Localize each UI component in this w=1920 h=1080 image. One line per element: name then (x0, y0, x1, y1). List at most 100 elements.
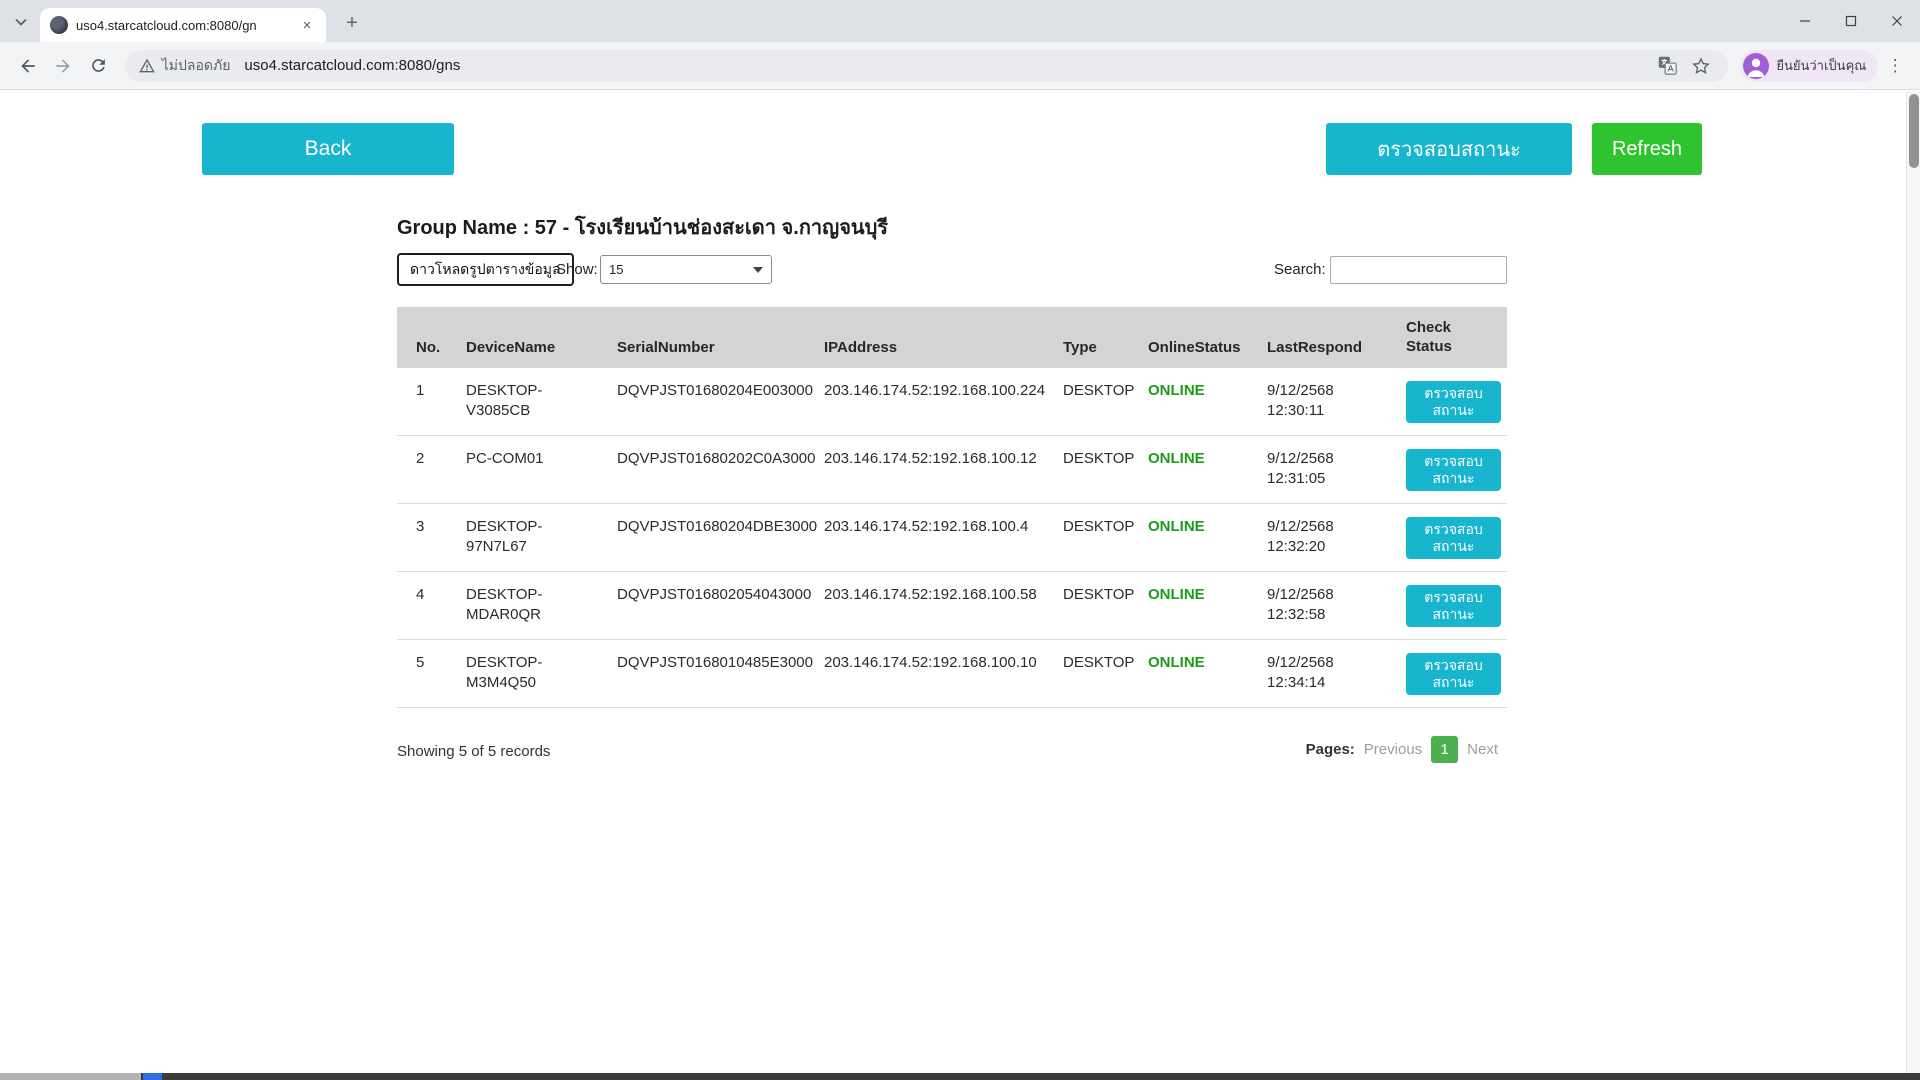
reload-icon (92, 59, 106, 72)
status-badge: ONLINE (1148, 518, 1205, 535)
table-row: 4 DESKTOP-MDAR0QR DQVPJST016802054043000… (397, 571, 1507, 640)
cell-serial: DQVPJST016802054043000 (598, 571, 811, 640)
row-check-status-button[interactable]: ตรวจสอบ สถานะ (1406, 517, 1501, 559)
browser-toolbar: ไม่ปลอดภัย uso4.starcatcloud.com:8080/gn… (0, 42, 1920, 90)
pages-label: Pages: (1305, 741, 1355, 758)
tab-strip: uso4.starcatcloud.com:8080/gn × + (0, 0, 1920, 42)
cell-device: DESKTOP-97N7L67 (447, 503, 598, 572)
translate-icon (1658, 56, 1677, 75)
cell-lastrespond: 9/12/2568 12:31:05 (1248, 435, 1387, 504)
window-controls (1782, 0, 1920, 42)
row-check-status-button[interactable]: ตรวจสอบ สถานะ (1406, 585, 1501, 627)
minimize-icon (1800, 20, 1810, 22)
favicon-icon (50, 16, 68, 34)
cell-lastrespond: 9/12/2568 12:32:20 (1248, 503, 1387, 572)
taskbar-edge-light (0, 1073, 141, 1080)
new-tab-button[interactable]: + (338, 9, 366, 37)
cell-status: ONLINE (1129, 503, 1248, 572)
cell-status: ONLINE (1129, 368, 1248, 436)
cell-ip: 203.146.174.52:192.168.100.12 (805, 435, 1044, 504)
translate-button[interactable] (1654, 53, 1680, 79)
table-row: 3 DESKTOP-97N7L67 DQVPJST01680204DBE3000… (397, 503, 1507, 572)
cell-device: DESKTOP-M3M4Q50 (447, 639, 598, 708)
row-check-status-button[interactable]: ตรวจสอบ สถานะ (1406, 449, 1501, 491)
bookmark-star-icon (1692, 56, 1711, 74)
refresh-button[interactable]: Refresh (1592, 123, 1702, 175)
scrollbar-thumb[interactable] (1909, 94, 1919, 168)
close-window-button[interactable] (1874, 0, 1920, 42)
show-select-wrap: 15 (600, 255, 772, 284)
taskbar-edge (0, 1073, 1920, 1080)
previous-page-link[interactable]: Previous (1364, 741, 1422, 758)
back-nav-button[interactable] (10, 48, 46, 84)
maximize-button[interactable] (1828, 0, 1874, 42)
search-input[interactable] (1330, 256, 1507, 284)
page-scrollbar[interactable] (1906, 91, 1920, 1074)
cell-serial: DQVPJST0168010485E3000 (598, 639, 813, 708)
table-header-row: No. DeviceName SerialNumber IPAddress Ty… (397, 307, 1507, 368)
status-badge: ONLINE (1148, 654, 1205, 671)
tab-search-button[interactable] (10, 11, 32, 33)
table-row: 1 DESKTOP-V3085CB DQVPJST01680204E003000… (397, 368, 1507, 436)
back-arrow-icon (21, 58, 35, 73)
cell-device: PC-COM01 (447, 435, 598, 504)
status-badge: ONLINE (1148, 382, 1205, 399)
current-page-number[interactable]: 1 (1431, 736, 1459, 763)
cell-serial: DQVPJST01680202C0A3000 (598, 435, 815, 504)
back-button[interactable]: Back (202, 123, 454, 175)
cell-type: DESKTOP (1044, 571, 1134, 640)
page-content: Back ตรวจสอบสถานะ Refresh Group Name : 5… (0, 91, 1920, 1074)
group-name-title: Group Name : 57 - โรงเรียนบ้านช่องสะเดา … (397, 217, 889, 239)
browser-tab[interactable]: uso4.starcatcloud.com:8080/gn × (40, 8, 326, 42)
cell-type: DESKTOP (1044, 639, 1134, 708)
cell-action: ตรวจสอบ สถานะ (1387, 435, 1507, 504)
download-table-image-button[interactable]: ดาวโหลดรูปตารางข้อมูล (397, 253, 574, 286)
cell-type: DESKTOP (1044, 503, 1134, 572)
not-secure-warning-icon (138, 58, 155, 72)
col-header-lastrespond: LastRespond (1248, 307, 1387, 368)
browser-menu-button[interactable]: ⋮ (1880, 48, 1910, 84)
next-page-link[interactable]: Next (1467, 741, 1498, 758)
cell-action: ตรวจสอบ สถานะ (1387, 639, 1507, 708)
col-header-no: No. (397, 307, 447, 368)
col-header-devicename: DeviceName (447, 307, 598, 368)
row-check-status-button[interactable]: ตรวจสอบ สถานะ (1406, 653, 1501, 695)
cell-status: ONLINE (1129, 571, 1248, 640)
cell-status: ONLINE (1129, 639, 1248, 708)
check-status-button[interactable]: ตรวจสอบสถานะ (1326, 123, 1572, 175)
address-bar[interactable]: ไม่ปลอดภัย uso4.starcatcloud.com:8080/gn… (124, 49, 1729, 82)
close-icon (1892, 16, 1902, 26)
col-header-checkstatus: Check Status (1387, 307, 1507, 368)
cell-serial: DQVPJST01680204E003000 (598, 368, 813, 436)
status-badge: ONLINE (1148, 586, 1205, 603)
search-label: Search: (1274, 261, 1326, 278)
show-entries-select[interactable]: 15 (600, 255, 772, 284)
tab-close-icon[interactable]: × (298, 16, 316, 34)
records-summary: Showing 5 of 5 records (397, 743, 551, 760)
cell-lastrespond: 9/12/2568 12:32:58 (1248, 571, 1387, 640)
tab-title: uso4.starcatcloud.com:8080/gn (76, 17, 257, 33)
bookmark-button[interactable] (1688, 53, 1714, 79)
taskbar-edge-blue (143, 1073, 162, 1080)
cell-lastrespond: 9/12/2568 12:30:11 (1248, 368, 1387, 436)
cell-type: DESKTOP (1044, 368, 1134, 436)
profile-label: ยืนยันว่าเป็นคุณ (1776, 58, 1867, 73)
profile-chip[interactable]: ยืนยันว่าเป็นคุณ (1740, 49, 1879, 82)
chevron-down-icon (15, 18, 27, 26)
cell-status: ONLINE (1129, 435, 1248, 504)
cell-action: ตรวจสอบ สถานะ (1387, 571, 1507, 640)
col-header-ipaddress: IPAddress (805, 307, 1044, 368)
cell-serial: DQVPJST01680204DBE3000 (598, 503, 817, 572)
cell-type: DESKTOP (1044, 435, 1134, 504)
table-row: 5 DESKTOP-M3M4Q50 DQVPJST0168010485E3000… (397, 639, 1507, 708)
forward-nav-button[interactable] (46, 48, 82, 84)
col-header-onlinestatus: OnlineStatus (1129, 307, 1248, 368)
url-text: uso4.starcatcloud.com:8080/gns (244, 57, 461, 74)
pagination: Pages: Previous 1 Next (1306, 736, 1507, 763)
show-label: Show: (556, 261, 598, 278)
cell-no: 1 (397, 368, 447, 436)
minimize-button[interactable] (1782, 0, 1828, 42)
cell-no: 5 (397, 639, 447, 708)
reload-button[interactable] (81, 48, 117, 84)
row-check-status-button[interactable]: ตรวจสอบ สถานะ (1406, 381, 1501, 423)
